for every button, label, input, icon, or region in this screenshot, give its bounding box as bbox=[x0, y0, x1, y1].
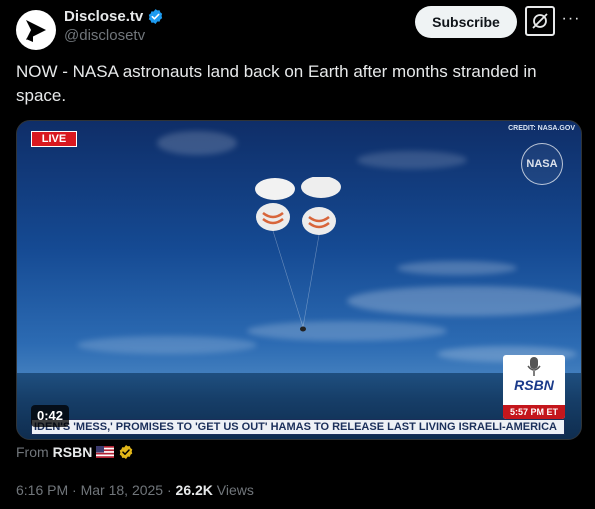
cloud bbox=[157, 131, 237, 155]
tweet-header: Disclose.tv @disclosetv Subscribe ··· bbox=[16, 6, 583, 50]
news-ticker: IDEN'S 'MESS,' PROMISES TO 'GET US OUT' … bbox=[31, 419, 565, 435]
more-options-button[interactable]: ··· bbox=[561, 11, 581, 32]
cloud bbox=[347, 286, 581, 316]
video-duration: 0:42 bbox=[31, 405, 70, 427]
rsbn-logo-text: RSBN bbox=[514, 377, 554, 393]
source-attribution: From RSBN bbox=[16, 444, 134, 460]
verified-badge-icon bbox=[149, 9, 163, 24]
cloud bbox=[397, 261, 517, 275]
us-flag-icon bbox=[96, 446, 115, 458]
live-badge: LIVE bbox=[31, 131, 77, 147]
disclose-logo-icon bbox=[26, 20, 46, 42]
rsbn-time: 5:57 PM ET bbox=[503, 405, 565, 419]
video-credit: CREDIT: NASA.GOV bbox=[508, 125, 575, 132]
author-name[interactable]: Disclose.tv bbox=[64, 8, 143, 25]
source-name[interactable]: RSBN bbox=[53, 444, 93, 460]
tweet-text: NOW - NASA astronauts land back on Earth… bbox=[16, 62, 537, 105]
views-count: 26.2K bbox=[175, 482, 213, 498]
separator: · bbox=[166, 482, 176, 498]
avatar[interactable] bbox=[16, 10, 56, 50]
grok-icon bbox=[532, 13, 548, 29]
grok-button[interactable] bbox=[525, 6, 555, 36]
video-player[interactable]: LIVE CREDIT: NASA.GOV NASA RSBN 5:57 PM … bbox=[16, 120, 582, 440]
cloud bbox=[77, 336, 257, 354]
tweet-date[interactable]: Mar 18, 2025 bbox=[81, 482, 164, 498]
views-label: Views bbox=[216, 482, 254, 498]
nasa-logo: NASA bbox=[521, 143, 563, 185]
tweet-time[interactable]: 6:16 PM bbox=[16, 482, 68, 498]
author-handle[interactable]: @disclosetv bbox=[64, 27, 164, 44]
microphone-icon bbox=[527, 357, 541, 376]
tweet-meta: 6:16 PM · Mar 18, 2025 · 26.2K Views bbox=[16, 482, 254, 498]
cloud bbox=[357, 151, 467, 169]
source-prefix: From bbox=[16, 444, 49, 460]
rsbn-bug: RSBN 5:57 PM ET bbox=[503, 355, 565, 419]
parachutes-capsule-image bbox=[255, 177, 341, 332]
author-block: Disclose.tv @disclosetv bbox=[64, 8, 164, 44]
gold-verified-badge-icon bbox=[120, 445, 133, 459]
subscribe-button[interactable]: Subscribe bbox=[415, 6, 517, 38]
separator: · bbox=[72, 482, 81, 498]
